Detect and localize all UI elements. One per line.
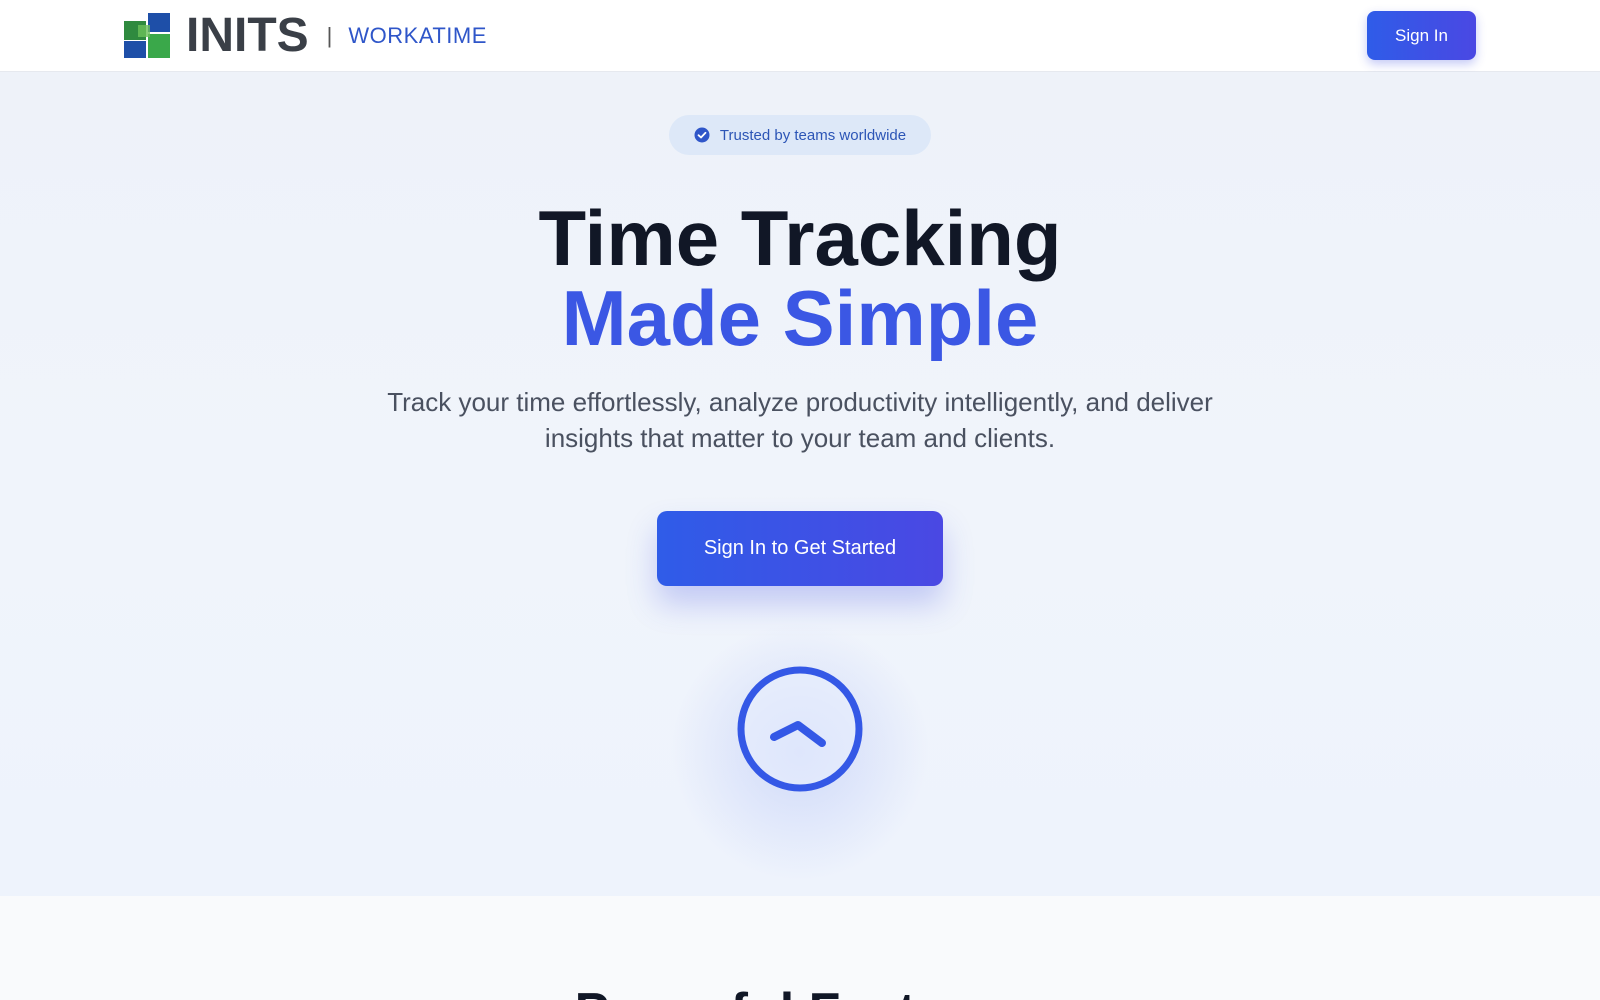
- brand-logo[interactable]: INITS | WORKATIME: [124, 8, 487, 62]
- clock-icon: [737, 666, 863, 792]
- header-sign-in-button[interactable]: Sign In: [1367, 11, 1476, 60]
- hero-section: Trusted by teams worldwide Time Tracking…: [0, 72, 1600, 896]
- features-section: Powerful Features: [0, 896, 1600, 1000]
- badge-text: Trusted by teams worldwide: [719, 126, 907, 144]
- hero-subtitle: Track your time effortlessly, analyze pr…: [387, 387, 1213, 453]
- features-title: Powerful Features: [0, 982, 1600, 1000]
- logo-text: INITS: [186, 8, 309, 62]
- navbar: INITS | WORKATIME Sign In: [0, 0, 1600, 72]
- product-name: WORKATIME: [348, 22, 487, 48]
- check-circle-icon: [694, 127, 710, 143]
- hero-title-line1: Time Tracking: [538, 194, 1062, 282]
- brand-separator: |: [326, 22, 333, 48]
- inits-logo-icon: [124, 12, 170, 58]
- trusted-badge: Trusted by teams worldwide: [669, 115, 931, 155]
- get-started-button[interactable]: Sign In to Get Started: [657, 511, 943, 586]
- hero-title-line2: Made Simple: [561, 274, 1039, 362]
